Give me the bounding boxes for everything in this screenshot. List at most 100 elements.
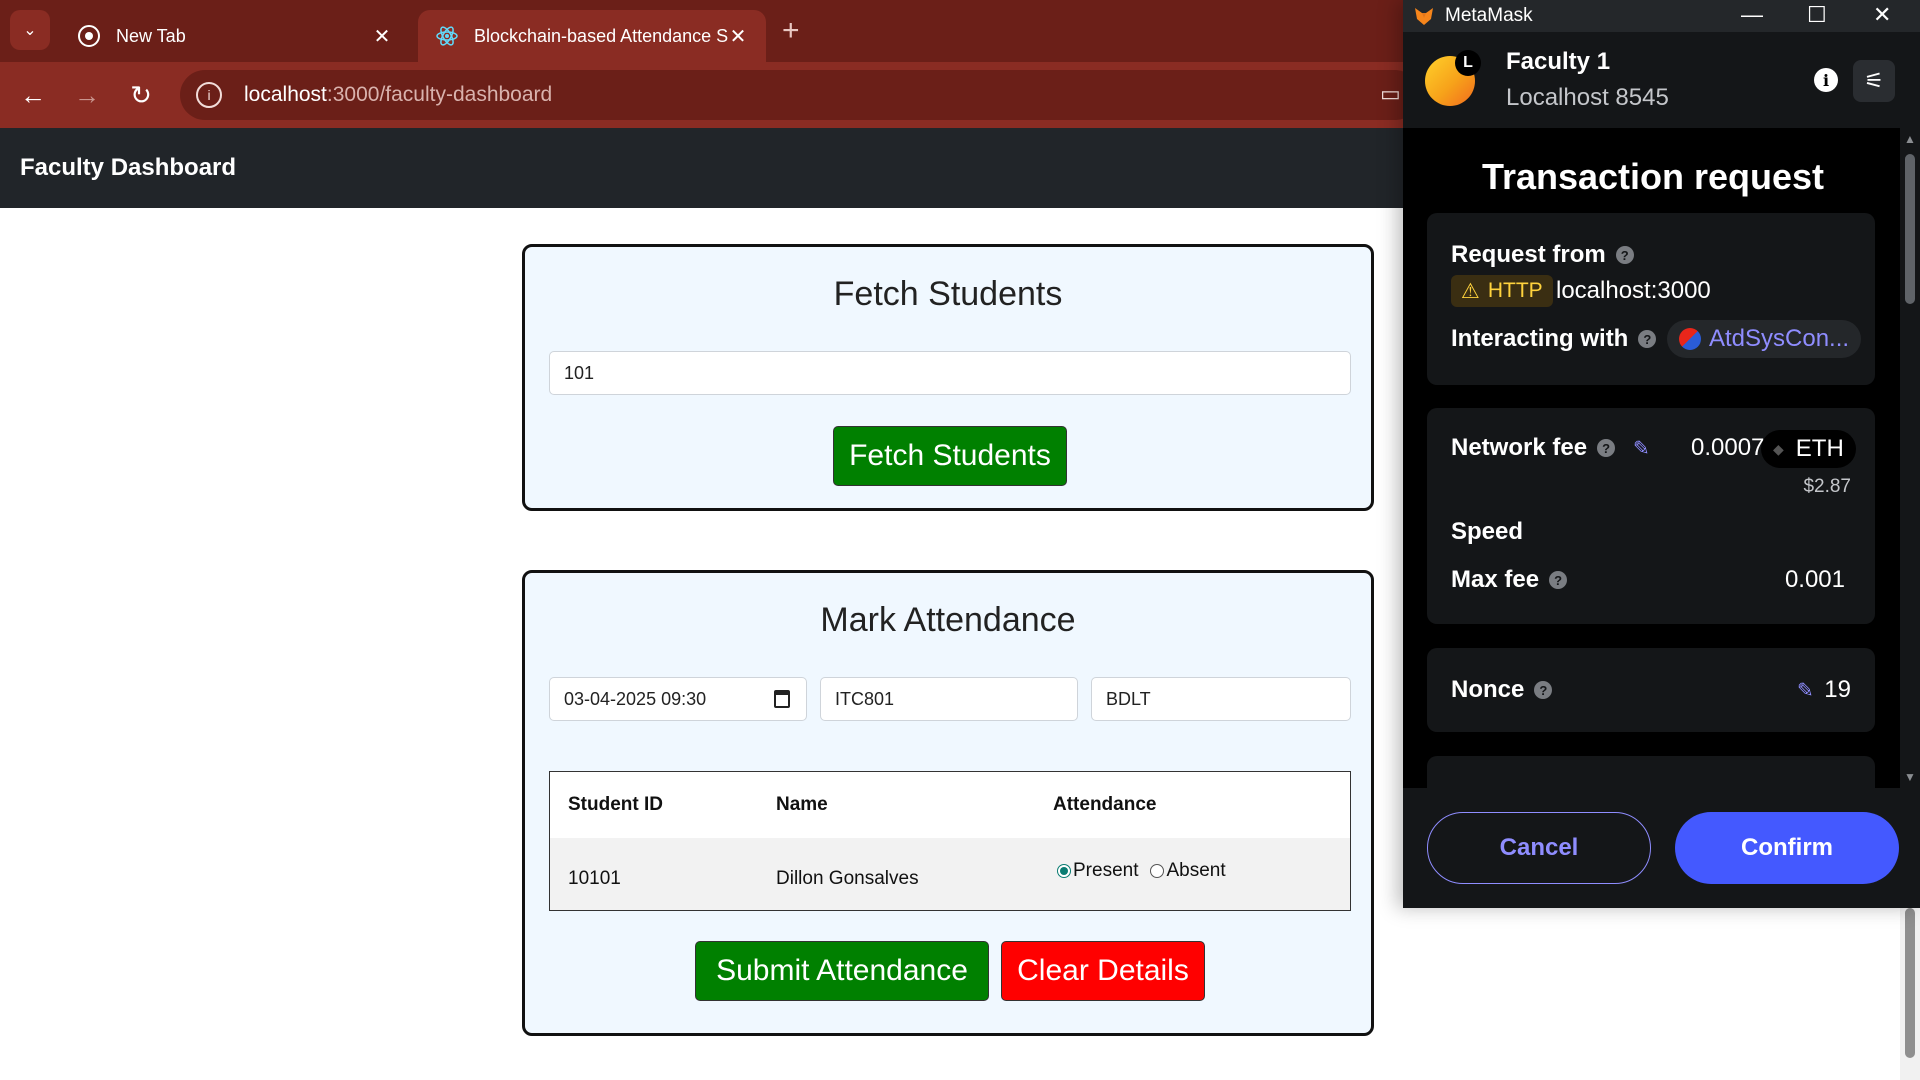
help-icon[interactable]: ? [1615,246,1634,264]
nonce-card: Nonce? ✎ 19 [1427,648,1875,732]
help-icon[interactable]: ? [1549,571,1568,589]
speed-label: Speed [1451,518,1524,545]
column-header: Student ID [568,794,663,815]
help-icon[interactable]: ? [1638,330,1657,348]
interacting-with-label: Interacting with? [1451,325,1657,353]
confirm-button[interactable]: Confirm [1675,812,1899,884]
minimize-icon[interactable]: — [1741,2,1763,28]
request-origin: localhost:3000 [1556,277,1711,304]
present-radio[interactable] [1057,864,1071,878]
currency-pill: ◆ ETH [1761,430,1856,468]
scroll-thumb[interactable] [1905,154,1915,304]
react-icon [436,25,458,47]
arrow-right-icon: → [74,79,100,110]
metamask-scrollbar[interactable]: ▲ ▼ [1900,128,1920,788]
request-card: Request from? ⚠ HTTP localhost:3000 Inter… [1427,213,1875,385]
arrow-left-icon: ← [20,79,46,110]
mark-attendance-card: Mark Attendance 03-04-2025 09:30 ITC801 … [522,570,1374,1036]
close-icon[interactable]: ✕ [372,24,392,49]
subject-code-value: ITC801 [835,688,895,709]
page-title: Faculty Dashboard [20,154,237,181]
site-info-icon[interactable]: i [196,82,222,108]
metamask-fox-icon [1413,5,1435,27]
scroll-up-icon[interactable]: ▲ [1904,132,1916,146]
sliders-icon: ⚟ [1864,68,1884,93]
submit-attendance-button[interactable]: Submit Attendance [695,941,989,1001]
edit-fee-icon[interactable]: ✎ [1633,436,1650,461]
settings-sliders-button[interactable]: ⚟ [1853,60,1895,102]
column-header: Name [776,794,828,815]
column-header: Attendance [1053,794,1157,815]
window-title: MetaMask [1445,5,1533,26]
next-section-card [1427,756,1875,788]
contract-name: AtdSysCon... [1709,325,1850,352]
help-icon[interactable]: ? [1534,681,1553,699]
reload-button[interactable]: ↻ [124,78,158,112]
forward-button[interactable]: → [70,78,104,112]
network-name: Localhost 8545 [1506,84,1669,111]
calendar-icon[interactable] [774,690,790,708]
subject-name-input[interactable]: BDLT [1091,677,1351,721]
class-id-input[interactable]: 101 [549,351,1351,395]
contract-avatar-icon [1679,328,1701,350]
network-fee-label: Network fee? [1451,434,1616,462]
plus-icon: + [782,14,800,47]
chrome-icon [78,25,100,47]
chevron-down-icon: ⌄ [23,22,37,39]
cast-icon[interactable]: ▭ [1380,81,1401,107]
absent-radio[interactable] [1150,864,1165,878]
absent-label[interactable]: Absent [1166,860,1225,882]
transaction-title: Transaction request [1481,156,1825,197]
metamask-titlebar: MetaMask — ☐ ✕ [1403,0,1920,32]
back-button[interactable]: ← [16,78,50,112]
warning-icon: ⚠ [1461,279,1480,303]
account-header: L Faculty 1 Localhost 8545 i ⚟ [1403,32,1920,128]
nonce-value: 19 [1824,676,1851,703]
page-scrollbar[interactable] [1900,908,1920,1080]
subject-code-input[interactable]: ITC801 [820,677,1078,721]
metamask-window: MetaMask — ☐ ✕ L Faculty 1 Localhost 854… [1403,0,1920,908]
class-id-value: 101 [564,362,595,383]
contract-address-pill[interactable]: AtdSysCon... [1667,320,1862,358]
attendance-heading: Mark Attendance [820,601,1076,639]
subject-name-value: BDLT [1106,688,1151,709]
tab-label: Blockchain-based Attendance S [474,25,728,46]
reload-icon: ↻ [130,79,152,110]
new-tab-button[interactable]: + [782,14,800,48]
scroll-down-icon[interactable]: ▼ [1904,770,1916,784]
max-fee-value: 0.001 [1784,566,1845,593]
edit-nonce-icon[interactable]: ✎ [1797,678,1814,703]
address-bar[interactable]: i localhost:3000/faculty-dashboard [180,70,1420,120]
datetime-input[interactable]: 03-04-2025 09:30 [549,677,807,721]
clear-details-button[interactable]: Clear Details [1001,941,1205,1001]
currency-label: ETH [1795,435,1844,462]
nonce-label: Nonce? [1451,676,1553,704]
present-label[interactable]: Present [1073,860,1138,882]
info-icon[interactable]: i [1814,68,1838,92]
fetch-students-button[interactable]: Fetch Students [833,426,1067,486]
fee-card: Network fee? ✎ 0.0007 ◆ ETH $2.87 Speed … [1427,408,1875,624]
scroll-thumb[interactable] [1905,908,1915,1058]
fetch-heading: Fetch Students [833,275,1063,313]
tab-label: New Tab [116,25,186,46]
max-fee-label: Max fee? [1451,566,1568,594]
url-text: localhost:3000/faculty-dashboard [244,83,553,106]
tab-search-button[interactable]: ⌄ [10,10,50,50]
close-icon[interactable]: ✕ [1873,2,1891,28]
fetch-students-card: Fetch Students 101 Fetch Students [522,244,1374,511]
action-footer: Cancel Confirm [1403,788,1920,908]
student-name-cell: Dillon Gonsalves [776,868,919,889]
help-icon[interactable]: ? [1597,439,1616,457]
close-icon[interactable]: ✕ [728,24,748,49]
account-name: Faculty 1 [1506,48,1611,75]
cancel-button[interactable]: Cancel [1427,812,1651,884]
tab-new-tab[interactable]: New Tab ✕ [60,10,410,62]
student-id-cell: 10101 [568,868,621,889]
tab-attendance-app[interactable]: Blockchain-based Attendance S ✕ [418,10,766,62]
network-fee-value: 0.0007 [1691,434,1765,461]
request-from-label: Request from? [1451,241,1634,269]
students-table: Student ID Name Attendance 10101 Dillon … [549,771,1351,911]
account-badge: L [1455,50,1481,76]
maximize-icon[interactable]: ☐ [1807,2,1827,28]
attendance-radio-group: Present Absent [1057,860,1226,882]
